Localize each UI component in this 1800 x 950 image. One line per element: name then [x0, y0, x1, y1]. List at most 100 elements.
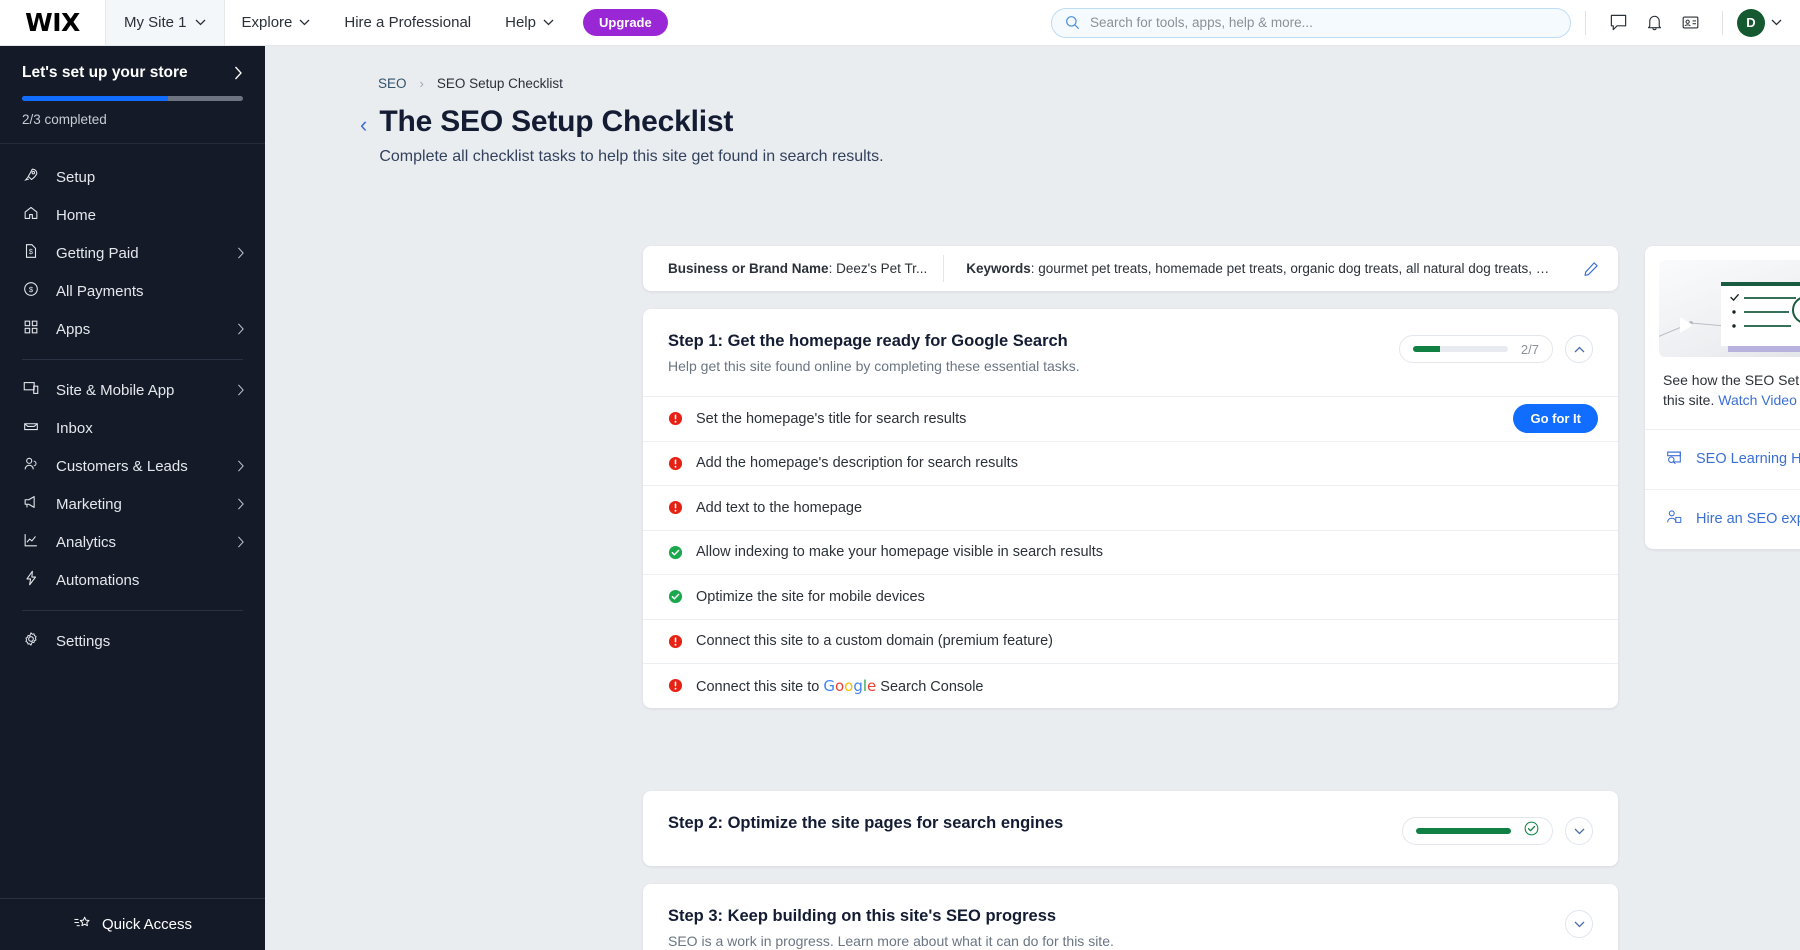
sidebar-item-getting-paid[interactable]: $ Getting Paid — [0, 234, 265, 272]
site-selector[interactable]: My Site 1 — [105, 0, 225, 45]
sidebar-item-marketing[interactable]: Marketing — [0, 485, 265, 523]
chevron-right-icon — [237, 460, 245, 472]
table-row[interactable]: Add the homepage's description for searc… — [643, 441, 1618, 486]
upgrade-button[interactable]: Upgrade — [583, 9, 668, 36]
nav-explore[interactable]: Explore — [225, 0, 328, 45]
store-setup-header[interactable]: Let's set up your store — [22, 64, 243, 82]
task-label: Allow indexing to make your homepage vis… — [696, 544, 1598, 560]
wix-logo[interactable]: WIX — [0, 0, 105, 45]
video-promo-text: See how the SEO Setup Checklist helps th… — [1645, 357, 1800, 429]
notifications-bell-icon[interactable] — [1636, 13, 1672, 32]
step-1-progress-track — [1413, 346, 1508, 352]
page-subtitle: Complete all checklist tasks to help thi… — [379, 148, 883, 166]
chevron-right-icon — [237, 536, 245, 548]
sidebar-item-label: Inbox — [56, 420, 245, 437]
step-3-expand-button[interactable] — [1565, 910, 1593, 938]
step-1-progress-fill — [1413, 346, 1440, 352]
sidebar-item-automations[interactable]: Automations — [0, 561, 265, 599]
check-circle-icon — [668, 589, 696, 604]
keywords-summary-bar: Business or Brand Name: Deez's Pet Tr...… — [643, 246, 1618, 291]
svg-text:$: $ — [29, 247, 33, 256]
error-icon — [668, 411, 696, 426]
page-header-text: The SEO Setup Checklist Complete all che… — [379, 105, 883, 166]
seo-learning-hub-link[interactable]: SEO Learning Hub — [1645, 429, 1800, 489]
person-gear-icon — [1665, 508, 1683, 530]
sidebar-item-apps[interactable]: Apps — [0, 310, 265, 348]
sidebar-item-label: Marketing — [56, 496, 221, 513]
sidebar-item-settings[interactable]: Settings — [0, 622, 265, 660]
sidebar-item-label: Apps — [56, 321, 221, 338]
play-icon[interactable] — [1680, 317, 1693, 333]
quick-access-button[interactable]: Quick Access — [0, 898, 265, 950]
sidebar-item-inbox[interactable]: Inbox — [0, 409, 265, 447]
chevron-right-icon — [237, 384, 245, 396]
sidebar-item-setup[interactable]: Setup — [0, 158, 265, 196]
step-card-1: Step 1: Get the homepage ready for Googl… — [643, 309, 1618, 708]
apps-grid-icon — [22, 318, 40, 340]
hire-seo-expert-link[interactable]: Hire an SEO expert — [1645, 489, 1800, 549]
search-input[interactable] — [1051, 8, 1571, 38]
chevron-right-icon — [237, 247, 245, 259]
step-1-collapse-button[interactable] — [1565, 335, 1593, 363]
store-setup-progress-fill — [22, 96, 168, 101]
sidebar-item-analytics[interactable]: Analytics — [0, 523, 265, 561]
table-row[interactable]: Allow indexing to make your homepage vis… — [643, 530, 1618, 575]
go-for-it-button[interactable]: Go for It — [1513, 404, 1598, 433]
left-sidebar: Let's set up your store 2/3 completed Se… — [0, 46, 265, 950]
megaphone-icon — [22, 493, 40, 515]
step-2-text: Step 2: Optimize the site pages for sear… — [668, 814, 1402, 833]
back-arrow-icon[interactable]: ‹ — [360, 114, 367, 136]
step-2-header-controls — [1402, 814, 1593, 845]
sidebar-item-customers-and-leads[interactable]: Customers & Leads — [0, 447, 265, 485]
step-1-header[interactable]: Step 1: Get the homepage ready for Googl… — [643, 309, 1618, 396]
edit-keywords-button[interactable] — [1564, 260, 1618, 278]
sidebar-item-label: Getting Paid — [56, 245, 221, 262]
avatar: D — [1737, 9, 1765, 37]
task-label: Add text to the homepage — [696, 500, 1598, 516]
error-icon — [668, 634, 696, 649]
sidebar-item-all-payments[interactable]: $ All Payments — [0, 272, 265, 310]
contacts-card-icon[interactable] — [1672, 13, 1708, 32]
sidebar-item-site-and-mobile-app[interactable]: Site & Mobile App — [0, 371, 265, 409]
table-row[interactable]: Connect this site to Google Search Conso… — [643, 663, 1618, 708]
table-row[interactable]: Add text to the homepage — [643, 485, 1618, 530]
step-3-text: Step 3: Keep building on this site's SEO… — [668, 907, 1565, 949]
pencil-icon — [1582, 260, 1600, 278]
step-3-title: Step 3: Keep building on this site's SEO… — [668, 907, 1565, 926]
step-1-text: Step 1: Get the homepage ready for Googl… — [668, 332, 1399, 374]
site-selector-label: My Site 1 — [124, 14, 187, 31]
video-thumbnail-container[interactable]: 1:12 — [1645, 246, 1800, 357]
step-2-progress-fill — [1416, 828, 1511, 834]
step-2-expand-button[interactable] — [1565, 817, 1593, 845]
rocket-icon — [22, 166, 40, 188]
table-row[interactable]: Optimize the site for mobile devices — [643, 574, 1618, 619]
step-3-header[interactable]: Step 3: Keep building on this site's SEO… — [643, 884, 1618, 950]
google-logo-text: Google — [823, 677, 876, 695]
chevron-down-icon — [1771, 19, 1782, 26]
sidebar-divider — [22, 610, 243, 611]
step-1-progress-label: 2/7 — [1521, 342, 1539, 357]
nav-explore-label: Explore — [242, 14, 293, 31]
step-2-header[interactable]: Step 2: Optimize the site pages for sear… — [643, 791, 1618, 867]
step-1-header-controls: 2/7 — [1399, 332, 1593, 363]
chevron-down-icon — [543, 19, 554, 26]
breadcrumb-root[interactable]: SEO — [378, 76, 407, 91]
sidebar-item-label: Automations — [56, 572, 245, 589]
step-1-title: Step 1: Get the homepage ready for Googl… — [668, 332, 1399, 351]
store-setup-card[interactable]: Let's set up your store 2/3 completed — [0, 46, 265, 144]
step-card-3: Step 3: Keep building on this site's SEO… — [643, 884, 1618, 950]
step-1-description: Help get this site found online by compl… — [668, 358, 1399, 374]
nav-hire-a-professional[interactable]: Hire a Professional — [327, 0, 488, 45]
sidebar-nav-list: Setup Home $ Getting Paid $ All Payments… — [0, 144, 265, 898]
hire-seo-expert-label: Hire an SEO expert — [1696, 511, 1800, 527]
quick-access-label: Quick Access — [102, 916, 192, 933]
chat-icon[interactable] — [1600, 13, 1636, 32]
account-menu[interactable]: D — [1737, 9, 1782, 37]
nav-help[interactable]: Help — [488, 0, 571, 45]
watch-video-link[interactable]: Watch Video — [1718, 392, 1797, 408]
video-thumbnail[interactable]: 1:12 — [1659, 260, 1800, 357]
sidebar-item-home[interactable]: Home — [0, 196, 265, 234]
home-icon — [22, 204, 40, 226]
table-row[interactable]: Connect this site to a custom domain (pr… — [643, 619, 1618, 664]
table-row[interactable]: Set the homepage's title for search resu… — [643, 396, 1618, 441]
